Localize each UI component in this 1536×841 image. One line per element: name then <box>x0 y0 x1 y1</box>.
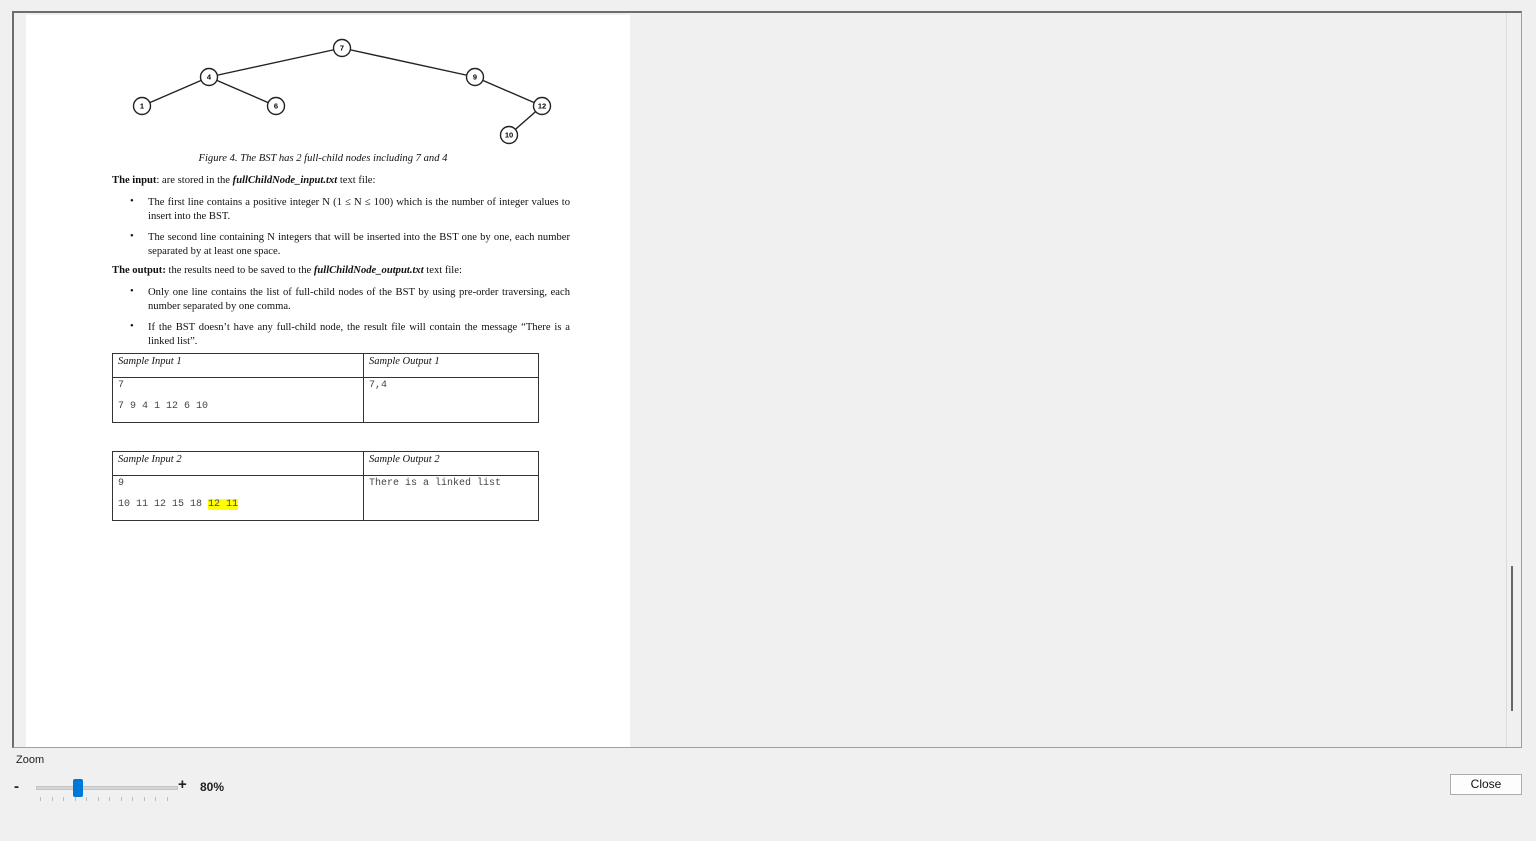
input-bullet-2: The second line containing N integers th… <box>148 232 570 257</box>
output-filename: fullChildNode_output.txt <box>313 265 424 276</box>
zoom-out-button[interactable]: - <box>14 778 19 795</box>
input-lead: The input <box>112 175 157 186</box>
slider-tick <box>63 797 64 801</box>
highlighted-text: 12 11 <box>208 499 239 510</box>
input-mid: : are stored in the <box>156 175 233 186</box>
slider-tick <box>97 797 99 801</box>
bullet-marker: • <box>130 286 134 297</box>
sample-input-2-cell: 9 10 11 12 15 18 12 11 <box>112 475 364 521</box>
bullet-marker: • <box>130 196 134 207</box>
zoom-slider-track[interactable] <box>36 786 178 790</box>
slider-tick <box>51 797 53 801</box>
bullet-marker: • <box>130 231 134 242</box>
sample-input-1-line1: 7 <box>118 380 125 391</box>
vertical-scrollbar-track[interactable] <box>1506 13 1507 747</box>
slider-tick <box>132 797 133 801</box>
document-page: 7 4 9 1 6 12 10 Figure 4. The BST has 2 full-c… <box>26 15 630 747</box>
input-filename: fullChildNode_input.txt <box>232 175 338 186</box>
sample-output-2-cell: There is a linked list <box>363 475 539 521</box>
sample-output-2-value: There is a linked list <box>369 478 502 489</box>
close-button[interactable]: Close <box>1450 774 1522 795</box>
bullet-marker: • <box>130 321 134 332</box>
sample-table-2: Sample Input 2 Sample Output 2 9 10 11 1… <box>112 451 539 521</box>
zoom-slider-thumb[interactable] <box>73 779 83 797</box>
sample-output-1-header: Sample Output 1 <box>363 353 539 378</box>
tree-node-label: 10 <box>505 131 513 140</box>
sample-input-2-line2-plain: 10 11 12 15 18 <box>118 499 209 510</box>
sample-output-1-value: 7,4 <box>369 380 388 391</box>
slider-tick <box>143 797 145 801</box>
figure-caption: Figure 4. The BST has 2 full-child nodes… <box>198 153 448 164</box>
document-viewer[interactable]: 7 4 9 1 6 12 10 Figure 4. The BST has 2 full-c… <box>12 11 1522 748</box>
slider-tick <box>86 797 87 801</box>
zoom-slider-ticks <box>36 797 176 803</box>
output-tail: text file: <box>423 265 462 276</box>
tree-edge <box>474 76 543 107</box>
slider-tick <box>74 797 76 801</box>
slider-tick <box>166 797 168 801</box>
sample-output-1-cell: 7,4 <box>363 377 539 423</box>
zoom-value: 80% <box>200 780 225 794</box>
slider-tick <box>120 797 122 801</box>
output-mid: the results need to be saved to the <box>165 265 314 276</box>
tree-edge <box>141 76 210 107</box>
vertical-scrollbar-thumb[interactable] <box>1511 566 1513 711</box>
zoom-label: Zoom <box>16 754 45 766</box>
output-bullet-2: If the BST doesn’t have any full-child n… <box>148 322 570 347</box>
tree-node-label: 6 <box>274 102 278 111</box>
sample-input-2-line2: 10 11 12 15 18 12 11 <box>118 499 358 510</box>
sample-input-1-line2: 7 9 4 1 12 6 10 <box>118 401 209 412</box>
output-paragraph: The output: the results need to be saved… <box>112 264 572 277</box>
tree-edge <box>208 76 277 107</box>
output-lead: The output: <box>112 265 166 276</box>
input-tail: text file: <box>337 175 376 186</box>
tree-node-label: 9 <box>473 73 477 82</box>
sample-table-1: Sample Input 1 Sample Output 1 7 7 9 4 1… <box>112 353 539 423</box>
slider-tick <box>109 797 110 801</box>
tree-edge <box>208 47 343 78</box>
sample-input-1-cell: 7 7 9 4 1 12 6 10 <box>112 377 364 423</box>
slider-tick <box>155 797 156 801</box>
sample-output-2-header: Sample Output 2 <box>363 451 539 476</box>
slider-tick <box>40 797 41 801</box>
input-paragraph: The input: are stored in the fullChildNo… <box>112 174 572 187</box>
input-bullet-1: The first line contains a positive integ… <box>148 197 570 222</box>
tree-node-label: 1 <box>140 102 144 111</box>
output-bullet-1: Only one line contains the list of full-… <box>148 287 570 312</box>
sample-input-2-line1: 9 <box>118 478 125 489</box>
tree-edge <box>341 47 476 78</box>
tree-node-label: 7 <box>340 44 344 53</box>
bst-diagram: 74 91 6 1210 <box>132 38 552 145</box>
tree-node-label: 12 <box>538 102 546 111</box>
sample-input-2-header: Sample Input 2 <box>112 451 364 476</box>
sample-input-1-header: Sample Input 1 <box>112 353 364 378</box>
zoom-in-button[interactable]: + <box>178 776 187 793</box>
